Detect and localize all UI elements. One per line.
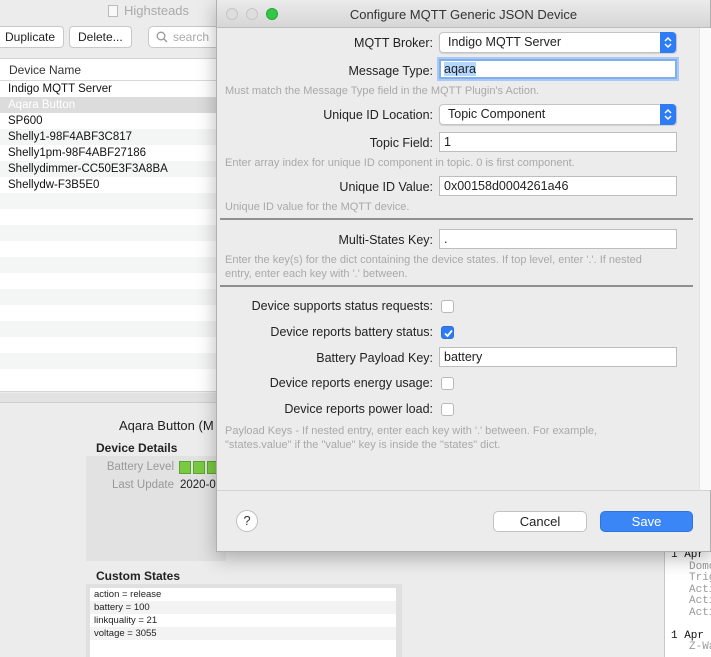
topic-field-input[interactable]: 1: [439, 132, 677, 152]
unique-id-location-popup[interactable]: Topic Component: [439, 104, 677, 125]
device-list-row[interactable]: Shelly1pm-98F4ABF27186: [0, 145, 217, 161]
dialog-titlebar: Configure MQTT Generic JSON Device: [217, 0, 710, 28]
search-icon: [156, 31, 168, 43]
device-details-header: Device Details: [96, 441, 178, 455]
device-list-row[interactable]: [0, 289, 217, 305]
power-load-checkbox[interactable]: [441, 403, 454, 416]
configure-device-dialog: Configure MQTT Generic JSON Device MQTT …: [216, 0, 711, 552]
help-button[interactable]: ?: [236, 510, 258, 532]
battery-level-indicator: [179, 461, 219, 474]
device-details-panel: Battery Level Last Update 2020-0: [86, 456, 226, 561]
device-list-row[interactable]: [0, 257, 217, 273]
battery-status-label: Device reports battery status:: [270, 325, 433, 339]
log-entry-line: Z-Wa: [689, 641, 711, 653]
device-list-row[interactable]: [0, 273, 217, 289]
power-load-label: Device reports power load:: [284, 402, 433, 416]
multi-states-key-hint-2: entry, enter each key with '.' between.: [225, 268, 408, 280]
device-list-rows: Indigo MQTT Server Aqara Button SP600 Shell…: [0, 81, 217, 385]
device-list-row[interactable]: SP600: [0, 113, 217, 129]
mqtt-broker-value: Indigo MQTT Server: [448, 35, 562, 49]
message-type-hint: Must match the Message Type field in the…: [225, 85, 540, 97]
device-list-row[interactable]: [0, 225, 217, 241]
topic-field-hint: Enter array index for unique ID componen…: [225, 157, 575, 169]
battery-payload-key-input[interactable]: battery: [439, 347, 677, 367]
payload-keys-hint-2: "states.value" if the "value" key is ins…: [225, 439, 501, 451]
event-log[interactable]: 1 AprDomoTrigActiActiActi1 AprZ-Wa: [664, 548, 711, 657]
multi-states-key-input[interactable]: .: [439, 229, 677, 249]
message-type-value: aqara: [444, 62, 476, 76]
device-list-row[interactable]: Shellydimmer-CC50E3F3A8BA: [0, 161, 217, 177]
checkmark-icon: [444, 329, 453, 338]
battery-segment: [179, 461, 191, 474]
device-list-row[interactable]: Indigo MQTT Server: [0, 81, 217, 97]
popup-arrows-icon: [660, 104, 676, 125]
save-button[interactable]: Save: [600, 511, 693, 532]
energy-usage-label: Device reports energy usage:: [269, 376, 433, 390]
custom-states-header: Custom States: [96, 569, 181, 583]
footer-divider: [217, 490, 710, 491]
mqtt-broker-label: MQTT Broker:: [354, 36, 433, 50]
device-list-row[interactable]: [0, 337, 217, 353]
custom-state-row: action = release: [94, 589, 162, 600]
status-requests-label: Device supports status requests:: [251, 299, 433, 313]
device-list[interactable]: Device Name Indigo MQTT Server Aqara Butt…: [0, 58, 217, 392]
unique-id-value-input[interactable]: 0x00158d0004261a46: [439, 176, 677, 196]
log-entry-line: Acti: [689, 606, 711, 619]
unique-id-location-value: Topic Component: [448, 107, 546, 121]
dialog-content: MQTT Broker: Indigo MQTT Server Message …: [217, 28, 699, 490]
device-list-row[interactable]: [0, 241, 217, 257]
custom-state-row: battery = 100: [90, 601, 396, 614]
custom-states-list[interactable]: action = release battery = 100 linkquality…: [90, 588, 396, 657]
log-entry-line: Acti: [689, 595, 711, 607]
section-separator: [220, 285, 693, 287]
multi-states-key-hint-1: Enter the key(s) for the dict containing…: [225, 254, 642, 266]
dialog-title: Configure MQTT Generic JSON Device: [349, 7, 578, 22]
detail-device-title: Aqara Button (M: [119, 418, 214, 433]
device-list-row[interactable]: Aqara Button: [0, 97, 217, 113]
battery-payload-key-label: Battery Payload Key:: [316, 351, 433, 365]
topic-field-label: Topic Field:: [369, 136, 433, 150]
device-list-row[interactable]: [0, 193, 217, 209]
battery-status-checkbox[interactable]: [441, 326, 454, 339]
column-header-device-name[interactable]: Device Name: [0, 59, 217, 81]
log-entry-line: [671, 619, 711, 631]
device-list-row[interactable]: [0, 369, 217, 385]
cancel-button[interactable]: Cancel: [493, 511, 587, 532]
duplicate-button[interactable]: Duplicate: [0, 26, 65, 48]
popup-arrows-icon: [660, 32, 676, 53]
unique-id-value-label: Unique ID Value:: [339, 180, 433, 194]
split-view-divider[interactable]: [0, 393, 217, 403]
last-update-value: 2020-0: [180, 479, 216, 491]
device-list-row[interactable]: [0, 321, 217, 337]
custom-state-row: voltage = 3055: [90, 627, 396, 640]
section-separator: [220, 218, 693, 220]
multi-states-key-label: Multi-States Key:: [338, 233, 433, 247]
custom-states-panel: action = release battery = 100 linkquality…: [86, 584, 402, 657]
battery-level-label: Battery Level: [106, 461, 174, 473]
document-icon: [108, 5, 118, 17]
unique-id-value-hint: Unique ID value for the MQTT device.: [225, 201, 410, 213]
payload-keys-hint-1: Payload Keys - If nested entry, enter ea…: [225, 425, 598, 437]
delete-button[interactable]: Delete...: [69, 26, 132, 48]
unique-id-location-label: Unique ID Location:: [323, 108, 433, 122]
device-list-row[interactable]: [0, 305, 217, 321]
battery-segment: [193, 461, 205, 474]
device-list-row[interactable]: Shellydw-F3B5E0: [0, 177, 217, 193]
device-list-row[interactable]: [0, 209, 217, 225]
dialog-scrollbar[interactable]: [699, 28, 711, 490]
device-list-row[interactable]: Shelly1-98F4ABF3C817: [0, 129, 217, 145]
status-requests-checkbox[interactable]: [441, 300, 454, 313]
window-title: Highsteads: [108, 3, 189, 18]
last-update-label: Last Update: [111, 479, 174, 491]
mqtt-broker-popup[interactable]: Indigo MQTT Server: [439, 32, 677, 53]
device-list-row[interactable]: [0, 353, 217, 369]
log-entry-line: Trig: [689, 572, 711, 584]
custom-state-row: linkquality = 21: [94, 615, 158, 626]
energy-usage-checkbox[interactable]: [441, 377, 454, 390]
message-type-label: Message Type:: [348, 64, 433, 78]
message-type-input[interactable]: aqara: [439, 59, 677, 79]
